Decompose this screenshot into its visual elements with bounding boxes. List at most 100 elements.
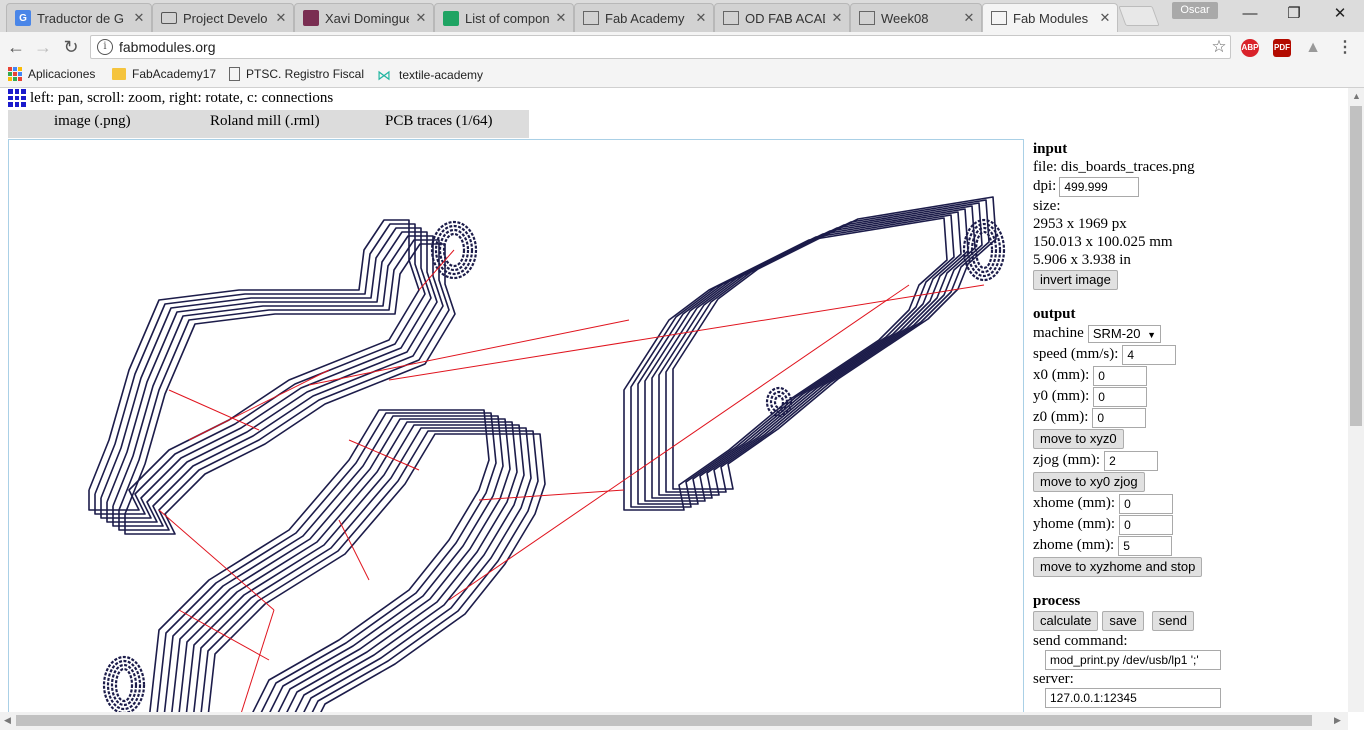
browser-tab-project-develo[interactable]: Project Develo ✕ (152, 3, 294, 32)
y0-input[interactable]: 0 (1093, 386, 1148, 407)
tab-label: List of compon (465, 10, 549, 26)
z0-label: z0 (mm): (1033, 409, 1089, 425)
connection-line (448, 284, 910, 601)
info-icon[interactable]: i (97, 39, 113, 55)
dpi-input[interactable]: 499.999 (1059, 176, 1140, 197)
move-to-xy0-zjog-button[interactable]: move to xy0 zjog (1033, 472, 1145, 492)
board-2-trace (665, 199, 990, 493)
zhome-input[interactable]: 5 (1118, 535, 1173, 556)
bookmark-label: PTSC. Registro Fiscal (246, 67, 365, 81)
yhome-input[interactable]: 0 (1119, 514, 1174, 535)
new-tab-button[interactable] (1118, 6, 1160, 26)
board-3-pad (102, 655, 146, 712)
browser-tab-list-of-components[interactable]: List of compon ✕ (434, 3, 574, 32)
google-translate-icon: G (15, 10, 31, 26)
profile-button[interactable]: Oscar (1172, 2, 1218, 19)
bookmark-fabacademy17[interactable]: FabAcademy17 (112, 67, 216, 81)
machine-value: SRM-20 (1092, 325, 1141, 341)
invert-image-button[interactable]: invert image (1033, 270, 1118, 290)
reload-icon[interactable]: ↻ (60, 36, 82, 58)
zhome-label: zhome (mm): (1033, 537, 1115, 553)
browser-tab-xavi[interactable]: Xavi Dominguez ✕ (294, 3, 434, 32)
scroll-up-icon[interactable]: ▲ (1352, 91, 1361, 101)
close-icon[interactable]: ✕ (695, 10, 707, 26)
browser-tab-translate[interactable]: G Traductor de G ✕ (6, 3, 152, 32)
tab-label: Traductor de G (37, 10, 124, 26)
pdf-icon[interactable]: PDF (1273, 39, 1291, 57)
send-button[interactable]: send (1151, 611, 1194, 631)
yhome-label: yhome (mm): (1033, 516, 1116, 532)
page-icon (723, 11, 739, 25)
board-3-pad (114, 667, 134, 703)
connection-line (168, 389, 260, 431)
browser-tab-fab-modules[interactable]: Fab Modules ✕ (982, 3, 1118, 32)
browser-tab-week08[interactable]: Week08 ✕ (850, 3, 982, 32)
tab-pcb-traces[interactable]: PCB traces (1/64) (385, 113, 492, 130)
close-icon[interactable]: ✕ (133, 10, 145, 26)
close-window-icon[interactable]: ✕ (1330, 4, 1350, 24)
machine-select[interactable]: SRM-20 ▼ (1087, 324, 1162, 343)
close-icon[interactable]: ✕ (963, 10, 975, 26)
vertical-scroll-thumb[interactable] (1350, 106, 1362, 426)
tab-label: Project Develo (183, 10, 268, 26)
dpi-label: dpi: (1033, 178, 1057, 194)
close-icon[interactable]: ✕ (555, 10, 567, 26)
minimize-icon[interactable]: — (1240, 4, 1260, 24)
size-label: size: (1033, 198, 1061, 214)
browser-tab-fab-academy[interactable]: Fab Academy ✕ (574, 3, 714, 32)
tab-label: Fab Academy (605, 10, 685, 26)
tab-label: Xavi Dominguez (325, 10, 409, 26)
hint-text: left: pan, scroll: zoom, right: rotate, … (30, 89, 334, 106)
vertical-scrollbar[interactable]: ▲ (1348, 88, 1364, 712)
zjog-input[interactable]: 2 (1104, 450, 1159, 471)
calculate-button[interactable]: calculate (1033, 611, 1099, 631)
z0-input[interactable]: 0 (1092, 407, 1147, 428)
save-button[interactable]: save (1102, 611, 1144, 631)
board-2-trace (630, 214, 955, 508)
speed-input[interactable]: 4 (1122, 344, 1177, 365)
close-icon[interactable]: ✕ (275, 10, 287, 26)
drive-icon[interactable]: ▲ (1304, 39, 1322, 57)
bookmark-textile-academy[interactable]: ⋈ textile-academy (377, 67, 483, 83)
toolpath-canvas[interactable] (9, 140, 1024, 712)
x0-input[interactable]: 0 (1093, 365, 1148, 386)
book-icon (161, 12, 177, 24)
scroll-right-icon[interactable]: ▶ (1334, 715, 1341, 726)
connection-line (338, 519, 370, 581)
forward-arrow-icon[interactable]: → (32, 36, 54, 58)
tab-label: OD FAB ACADE (745, 10, 825, 26)
board-2-trace (672, 196, 997, 490)
bookmark-star-icon[interactable]: ☆ (1208, 37, 1230, 57)
sheets-icon (443, 10, 459, 26)
close-icon[interactable]: ✕ (1099, 10, 1111, 26)
connection-line (158, 509, 275, 611)
menu-icon[interactable]: ⋮ (1336, 39, 1354, 57)
bookmark-apps[interactable]: Aplicaciones (8, 67, 95, 81)
move-to-xyz0-button[interactable]: move to xyz0 (1033, 429, 1124, 449)
scroll-left-icon[interactable]: ◀ (4, 715, 11, 726)
horizontal-scroll-thumb[interactable] (16, 715, 1312, 726)
xhome-input[interactable]: 0 (1119, 493, 1174, 514)
board-3-trace (185, 424, 525, 712)
bookmarks-bar: Aplicaciones FabAcademy17 PTSC. Registro… (0, 62, 1364, 88)
bookmark-ptsc[interactable]: PTSC. Registro Fiscal (229, 67, 364, 81)
adblock-icon[interactable]: ABP (1241, 39, 1259, 57)
url-text[interactable]: fabmodules.org (119, 39, 1208, 55)
restore-icon[interactable]: ❐ (1284, 4, 1304, 24)
send-command-input[interactable]: mod_print.py /dev/usb/lp1 ';' (1045, 650, 1221, 670)
server-input[interactable]: 127.0.0.1:12345 (1045, 688, 1221, 708)
output-heading: output (1033, 306, 1076, 322)
toolpath-viewer[interactable] (8, 139, 1024, 712)
move-to-xyzhome-button[interactable]: move to xyzhome and stop (1033, 557, 1203, 577)
browser-tab-od-fab-academy[interactable]: OD FAB ACADE ✕ (714, 3, 850, 32)
back-arrow-icon[interactable]: ← (5, 36, 27, 58)
horizontal-scrollbar[interactable]: ◀ ▶ (0, 712, 1348, 730)
close-icon[interactable]: ✕ (831, 10, 843, 26)
tab-image-png[interactable]: image (.png) (54, 113, 131, 130)
address-bar[interactable]: i fabmodules.org ☆ (90, 35, 1231, 59)
close-icon[interactable]: ✕ (415, 10, 427, 26)
fab-modules-grid-icon[interactable] (8, 89, 26, 107)
tab-roland-mill-rml[interactable]: Roland mill (.rml) (210, 113, 320, 130)
bookmark-label: textile-academy (399, 68, 484, 82)
textile-logo-icon: ⋈ (377, 67, 391, 83)
